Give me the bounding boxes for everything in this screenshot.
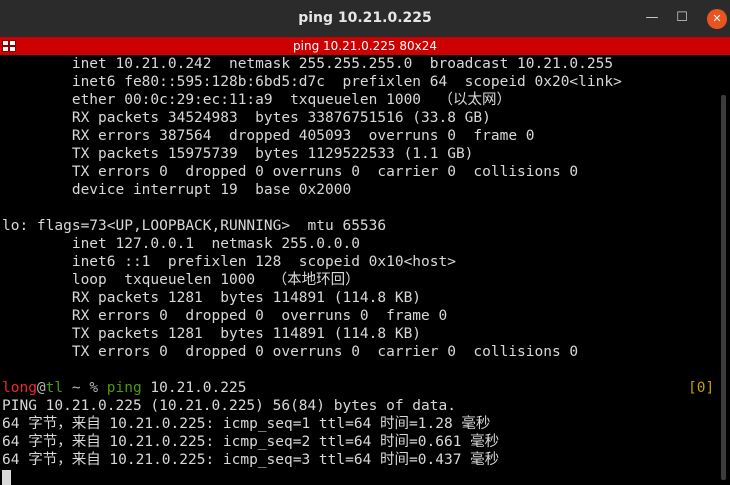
job-indicator: [0] xyxy=(688,380,715,396)
output-line: loop txqueuelen 1000 （本地环回） xyxy=(2,272,360,288)
output-line: RX packets 34524983 bytes 33876751516 (3… xyxy=(2,110,491,126)
output-line: TX errors 0 dropped 0 overruns 0 carrier… xyxy=(2,164,579,180)
prompt-path: ~ % xyxy=(63,380,107,396)
window-titlebar[interactable]: ping 10.21.0.225 — ☐ ✕ xyxy=(0,0,730,37)
output-line: RX packets 1281 bytes 114891 (114.8 KB) xyxy=(2,290,422,306)
ping-output-line: 64 字节，来自 10.21.0.225: icmp_seq=2 ttl=64 … xyxy=(2,434,500,450)
terminal-output-area[interactable]: inet 10.21.0.242 netmask 255.255.255.0 b… xyxy=(0,55,720,485)
output-line: inet 127.0.0.1 netmask 255.0.0.0 xyxy=(2,236,360,252)
output-line: TX errors 0 dropped 0 overruns 0 carrier… xyxy=(2,344,579,360)
ping-output-line: PING 10.21.0.225 (10.21.0.225) 56(84) by… xyxy=(2,398,456,414)
output-line: inet6 ::1 prefixlen 128 scopeid 0x10<hos… xyxy=(2,254,456,270)
prompt-command: ping xyxy=(106,380,142,396)
output-line: RX errors 387564 dropped 405093 overruns… xyxy=(2,128,535,144)
scrollbar-thumb[interactable] xyxy=(721,95,726,480)
output-line: TX packets 15975739 bytes 1129522533 (1.… xyxy=(2,146,474,162)
output-line: device interrupt 19 base 0x2000 xyxy=(2,182,352,198)
prompt-at: @ xyxy=(36,380,46,396)
minimize-icon[interactable]: — xyxy=(643,9,661,27)
ping-output-line: 64 字节，来自 10.21.0.225: icmp_seq=1 ttl=64 … xyxy=(2,416,491,432)
output-line: TX packets 1281 bytes 114891 (114.8 KB) xyxy=(2,326,422,342)
output-line: inet 10.21.0.242 netmask 255.255.255.0 b… xyxy=(2,56,614,72)
ping-output-line: 64 字节，来自 10.21.0.225: icmp_seq=3 ttl=64 … xyxy=(2,452,500,468)
window-title: ping 10.21.0.225 xyxy=(298,10,432,26)
output-line: inet6 fe80::595:128b:6bd5:d7c prefixlen … xyxy=(2,74,622,90)
prompt-user: long xyxy=(2,380,37,396)
terminal-geometry-title: ping 10.21.0.225 80x24 xyxy=(293,39,437,53)
terminal-subtitle-bar: ping 10.21.0.225 80x24 xyxy=(0,37,730,55)
close-icon[interactable]: ✕ xyxy=(707,9,727,29)
shell-prompt: long@tl ~ % ping 10.21.0.225 xyxy=(2,379,246,397)
maximize-icon[interactable]: ☐ xyxy=(673,9,691,27)
terminal-scrollbar[interactable] xyxy=(720,55,730,485)
output-line: lo: flags=73<UP,LOOPBACK,RUNNING> mtu 65… xyxy=(2,218,387,234)
output-line: ether 00:0c:29:ec:11:a9 txqueuelen 1000 … xyxy=(2,92,511,108)
prompt-command-args: 10.21.0.225 xyxy=(141,380,247,396)
output-line: RX errors 0 dropped 0 overruns 0 frame 0 xyxy=(2,308,448,324)
prompt-host: tl xyxy=(45,380,64,396)
terminal-cursor xyxy=(2,470,11,485)
